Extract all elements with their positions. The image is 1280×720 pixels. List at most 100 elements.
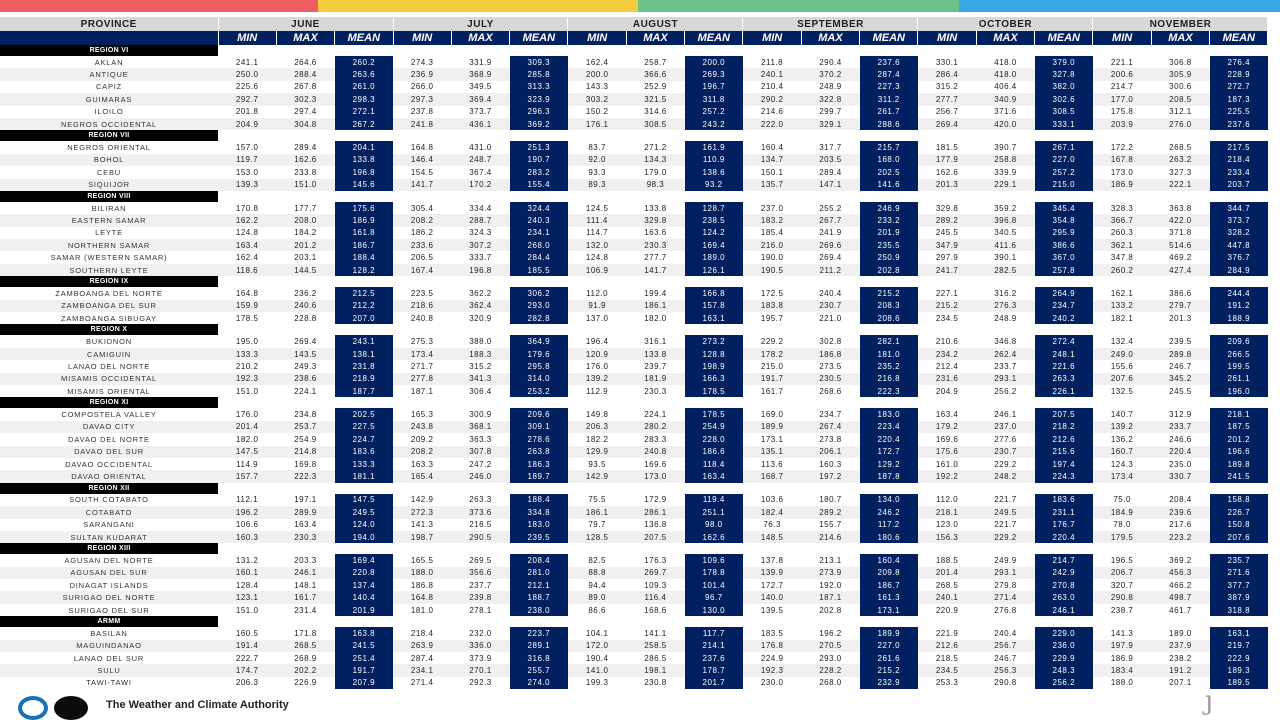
cell-min: 237.8 xyxy=(410,107,434,117)
cell-max: 141.1 xyxy=(644,628,667,638)
cell-min: 143.3 xyxy=(585,82,609,92)
cell-min: 75.5 xyxy=(588,495,606,505)
cell-min: 240.1 xyxy=(742,68,802,81)
cell-max: 320.9 xyxy=(469,313,492,323)
cell-max: 230.7 xyxy=(801,299,860,313)
region-header-row: REGION VIII xyxy=(0,190,1268,202)
cell-max: 163.4 xyxy=(294,520,317,530)
cell-max: 186.1 xyxy=(626,299,685,313)
cell-min: 188.5 xyxy=(935,555,959,565)
cell-max: 203.5 xyxy=(801,153,860,167)
month-header-october: OCTOBER xyxy=(917,17,1094,31)
table-row: NEGROS OCCIDENTAL 204.9 304.8 267.2 241.8 436… xyxy=(0,117,1268,131)
cell-max: 234.7 xyxy=(819,410,842,420)
cell-mean: 219.7 xyxy=(1209,639,1268,653)
cell-mean: 367.0 xyxy=(1034,251,1093,264)
cell-mean: 311.8 xyxy=(684,93,743,106)
cell-mean: 216.8 xyxy=(859,372,918,385)
cell-min: 241.7 xyxy=(917,263,977,277)
cell-mean: 199.5 xyxy=(1209,360,1268,373)
cell-mean: 137.4 xyxy=(334,579,393,592)
cell-mean: 250.9 xyxy=(859,251,918,264)
cell-max: 273.8 xyxy=(819,434,842,444)
cell-min: 201.4 xyxy=(917,566,977,580)
region-name: REGION XII xyxy=(0,482,218,494)
cell-mean: 268.0 xyxy=(509,239,568,252)
cell-min: 139.9 xyxy=(742,566,802,580)
province-name: LANAO DEL NORTE xyxy=(67,361,151,371)
cell-max: 276.8 xyxy=(994,605,1017,615)
cell-min: 128.4 xyxy=(235,580,259,590)
cell-min: 221.9 xyxy=(935,628,959,638)
cell-min: 204.9 xyxy=(935,386,959,396)
cell-max: 324.3 xyxy=(469,228,492,238)
table-body: REGION VI AKLAN 241.1 264.6 260.2 274.3 331.9 3… xyxy=(0,45,1268,690)
cell-max: 299.7 xyxy=(819,107,842,117)
cell-max: 181.9 xyxy=(626,372,685,385)
cell-min: 277.8 xyxy=(393,372,452,385)
cell-min: 139.3 xyxy=(218,178,277,191)
cell-max: 269.6 xyxy=(801,239,860,252)
cell-min: 133.2 xyxy=(1092,299,1152,313)
cell-max: 369.4 xyxy=(451,93,510,106)
cell-max: 191.2 xyxy=(1151,664,1210,677)
cell-mean: 234.7 xyxy=(1034,299,1093,313)
cell-min: 120.9 xyxy=(567,347,627,361)
cell-min: 190.0 xyxy=(760,253,784,263)
cell-max: 252.9 xyxy=(644,82,667,92)
cell-min: 173.4 xyxy=(393,347,452,361)
cell-mean: 237.6 xyxy=(684,652,743,665)
cell-min: 204.9 xyxy=(218,117,277,131)
cell-mean: 126.1 xyxy=(684,263,743,277)
province-name: DAVAO CITY xyxy=(0,420,218,434)
cell-max: 292.3 xyxy=(469,678,492,688)
cell-min: 181.5 xyxy=(935,143,959,153)
cell-max: 220.4 xyxy=(1151,445,1210,458)
cell-max: 226.9 xyxy=(294,678,317,688)
cell-max: 289.4 xyxy=(819,167,842,177)
cell-mean: 187.7 xyxy=(334,384,393,398)
cell-max: 422.0 xyxy=(1151,214,1210,227)
cell-max: 249.5 xyxy=(976,506,1035,519)
cell-min: 124.5 xyxy=(585,203,609,213)
cell-max: 293.1 xyxy=(976,372,1035,385)
table-row: AGUSAN DEL NORTE 131.2 203.3 169.4 165.5 269.… xyxy=(0,554,1268,567)
cell-max: 155.7 xyxy=(819,520,842,530)
cell-max: 203.1 xyxy=(294,253,317,263)
cell-min: 292.7 xyxy=(218,93,277,106)
cell-max: 240.4 xyxy=(994,628,1017,638)
cell-min: 185.4 xyxy=(760,228,784,238)
cell-min: 192.2 xyxy=(917,470,977,483)
cell-min: 167.4 xyxy=(393,263,452,277)
cell-mean: 232.9 xyxy=(859,676,918,690)
cell-min: 214.6 xyxy=(760,107,784,117)
cell-min: 256.7 xyxy=(935,107,959,117)
cell-mean: 208.3 xyxy=(859,299,918,313)
table-row: ZAMBOANGA SIBUGAY 178.5 228.8 207.0 240.8 320… xyxy=(0,312,1268,325)
metric-header-row: MIN MAX MEAN MIN MAX MEAN MIN MAX MEAN M… xyxy=(0,31,1269,45)
cell-max: 211.2 xyxy=(801,263,860,277)
cell-mean: 214.7 xyxy=(1034,554,1093,567)
cell-mean: 133.8 xyxy=(334,153,393,167)
cell-mean: 191.7 xyxy=(334,664,393,677)
cell-max: 168.6 xyxy=(644,605,667,615)
metric-max: MAX xyxy=(976,31,1036,45)
cell-mean: 207.0 xyxy=(334,312,393,325)
cell-mean: 261.0 xyxy=(334,80,393,94)
color-bar-segment-green xyxy=(638,0,959,12)
cell-mean: 189.9 xyxy=(859,627,918,640)
table-row: LEYTE 124.8 184.2 161.8 186.2 324.3 234.1 114.7… xyxy=(0,226,1268,240)
cell-min: 132.5 xyxy=(1110,386,1134,396)
region-name: REGION VI xyxy=(0,45,218,56)
cell-mean: 178.7 xyxy=(684,664,743,677)
cell-mean: 272.4 xyxy=(1034,335,1093,348)
cell-max: 316.1 xyxy=(644,337,667,347)
cell-mean: 276.4 xyxy=(1209,56,1268,69)
table-row: DAVAO CITY 201.4 253.7 227.5 243.8 368.1 309.1… xyxy=(0,420,1268,434)
cell-min: 210.2 xyxy=(235,361,259,371)
province-name: AGUSAN DEL NORTE xyxy=(64,555,154,565)
cell-min: 139.2 xyxy=(1092,420,1152,434)
cell-min: 111.4 xyxy=(567,214,627,227)
cell-min: 362.1 xyxy=(1092,239,1152,252)
cell-max: 270.5 xyxy=(801,639,860,653)
